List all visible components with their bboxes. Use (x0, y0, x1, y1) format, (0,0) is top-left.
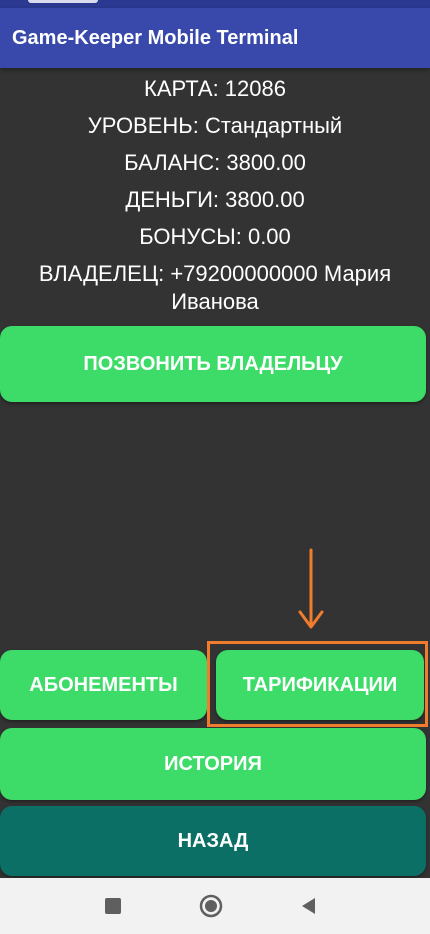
circle-home-icon[interactable] (196, 891, 226, 921)
back-button[interactable]: НАЗАД (0, 806, 426, 876)
card-owner: ВЛАДЕЛЕЦ: +79200000000 Мария Иванова (38, 261, 392, 314)
app-bar: Game-Keeper Mobile Terminal (0, 8, 430, 68)
card-number: КАРТА: 12086 (144, 76, 286, 101)
card-level: УРОВЕНЬ: Стандартный (87, 113, 343, 138)
call-owner-button[interactable]: ПОЗВОНИТЬ ВЛАДЕЛЬЦУ (0, 326, 426, 402)
app-title: Game-Keeper Mobile Terminal (12, 27, 299, 49)
status-bar (0, 0, 430, 8)
history-button[interactable]: ИСТОРИЯ (0, 728, 426, 800)
triangle-back-icon[interactable] (294, 891, 324, 921)
card-balance: БАЛАНС: 3800.00 (124, 150, 306, 175)
status-icons (28, 0, 98, 3)
card-money: ДЕНЬГИ: 3800.00 (125, 187, 305, 212)
card-info: КАРТА: 12086 УРОВЕНЬ: Стандартный БАЛАНС… (0, 70, 430, 316)
tariffs-highlight-box (207, 641, 428, 727)
arrow-down-icon (298, 548, 324, 629)
card-bonuses: БОНУСЫ: 0.00 (139, 224, 291, 249)
square-icon[interactable] (98, 891, 128, 921)
subscriptions-button[interactable]: АБОНЕМЕНТЫ (0, 650, 207, 720)
system-nav-bar (0, 878, 430, 934)
